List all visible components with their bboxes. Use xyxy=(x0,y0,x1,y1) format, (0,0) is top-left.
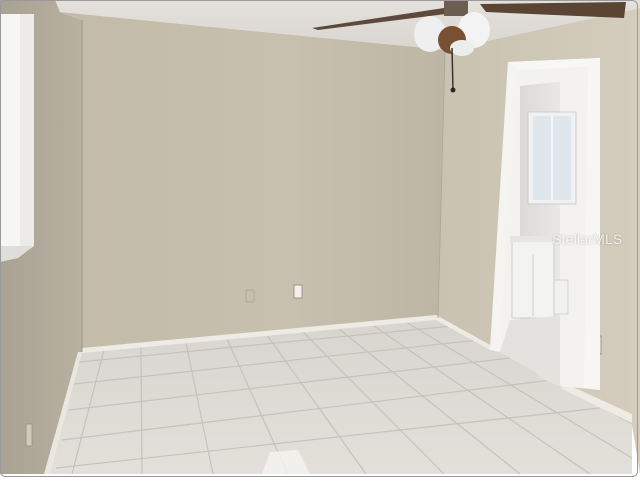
wall-outlet xyxy=(293,284,303,299)
watermark-text: StellarMLS xyxy=(552,231,623,247)
left-window xyxy=(0,14,34,262)
bathroom-doorway xyxy=(490,58,600,390)
wall-outlet-left xyxy=(25,423,33,447)
back-wall xyxy=(60,12,445,352)
listing-photo xyxy=(0,0,640,481)
